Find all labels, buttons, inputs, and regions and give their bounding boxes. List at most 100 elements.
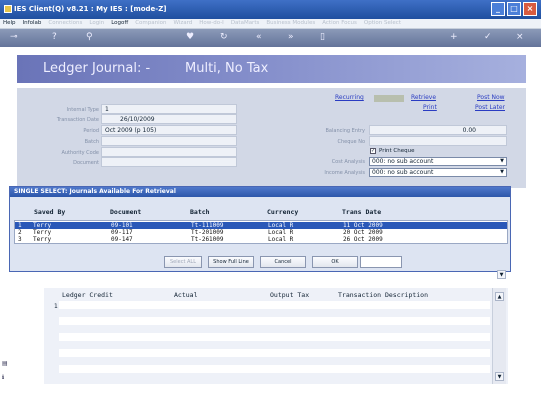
journal-lines-grid: Ledger Credit Actual Output Tax Transact… <box>44 288 508 384</box>
dialog-title: SINGLE SELECT: Journals Available For Re… <box>10 187 510 197</box>
transaction-date-label: Transaction Date <box>56 117 99 123</box>
row-number: 3 <box>18 236 22 243</box>
menu-connections: Connections <box>48 20 83 26</box>
saved-by-cell: Terry <box>33 229 52 236</box>
column-header[interactable]: Saved By <box>34 208 65 216</box>
maximize-icon[interactable]: □ <box>507 2 521 16</box>
journal-list: 1 Terry 09-101 Tt-111009 Local R 11 Oct … <box>14 220 508 244</box>
income-analysis-value: 000: no sub account <box>372 169 434 176</box>
batch-cell: Tt-111009 <box>191 222 224 229</box>
menu-option-select: Option Select <box>363 20 401 26</box>
saved-by-cell: Terry <box>33 236 52 243</box>
balancing-entry-field[interactable]: 0.00 <box>369 125 507 135</box>
cost-analysis-select[interactable]: 000: no sub account ▼ <box>369 157 507 166</box>
menu-login: Login <box>89 20 105 26</box>
column-header[interactable]: Trans Date <box>342 208 381 216</box>
select-all-button: Select ALL <box>164 256 202 268</box>
currency-cell: Local R <box>268 236 294 243</box>
window-title: IES Client(Q) v8.21 : My IES : [mode-Z] <box>14 5 167 13</box>
print-link[interactable]: Print <box>423 104 437 111</box>
recurring-link[interactable]: Recurring <box>335 94 364 101</box>
grid-row[interactable] <box>59 333 490 341</box>
table-row[interactable]: 3 Terry 09-147 Tt-261009 Local R 26 Oct … <box>15 236 507 243</box>
app-icon <box>4 5 12 13</box>
authority-code-label: Authority Code <box>61 150 99 156</box>
table-row[interactable]: 2 Terry 09-117 Tt-201009 Local R 20 Oct … <box>15 229 507 236</box>
key-icon[interactable]: ⊸ <box>10 32 18 43</box>
toolbar: ⊸ ? ⚲ ♥ ↻ « » ▯ + ✓ × <box>0 29 541 47</box>
window-title-bar: IES Client(Q) v8.21 : My IES : [mode-Z] … <box>0 0 541 19</box>
trans-date-cell: 26 Oct 2009 <box>343 236 383 243</box>
batch-cell: Tt-201009 <box>191 229 224 236</box>
post-later-link[interactable]: Post Later <box>475 104 505 111</box>
dialog-search-input[interactable] <box>360 256 402 268</box>
check-icon[interactable]: ✓ <box>484 32 492 43</box>
page-header: Ledger Journal: - Multi, No Tax <box>17 55 526 83</box>
refresh-icon[interactable]: ↻ <box>220 32 228 43</box>
search-icon[interactable]: ⚲ <box>86 32 93 43</box>
post-now-link[interactable]: Post Now <box>477 94 505 101</box>
page-title: Ledger Journal: - <box>43 61 151 76</box>
batch-field[interactable] <box>101 136 237 146</box>
cheque-no-field[interactable] <box>369 136 507 146</box>
transaction-date-field[interactable]: 26/10/2009 <box>101 114 237 124</box>
menu-action-focus: Action Focus <box>322 20 357 26</box>
add-icon[interactable]: + <box>450 32 458 43</box>
grid-row[interactable] <box>59 365 490 373</box>
document-label: Document <box>73 160 99 166</box>
menu-how-do-i: How-do-I <box>199 20 224 26</box>
column-header: Ledger Credit <box>62 291 113 299</box>
back-icon[interactable]: « <box>256 32 262 43</box>
close-window-icon[interactable]: × <box>523 2 537 16</box>
help-icon[interactable]: ? <box>52 32 57 43</box>
batch-cell: Tt-261009 <box>191 236 224 243</box>
column-header[interactable]: Currency <box>267 208 298 216</box>
grid-row[interactable] <box>59 301 490 309</box>
column-header: Output Tax <box>270 291 310 299</box>
period-field[interactable]: Oct 2009 (p 105) <box>101 125 237 135</box>
menu-logoff[interactable]: Logoff <box>111 19 128 28</box>
table-row[interactable]: 1 Terry 09-101 Tt-111009 Local R 11 Oct … <box>15 222 507 229</box>
journal-form: Internal Type 1 Transaction Date 26/10/2… <box>17 88 526 188</box>
saved-by-cell: Terry <box>33 222 52 229</box>
menu-infolab[interactable]: Infolab <box>23 19 42 28</box>
cost-analysis-value: 000: no sub account <box>372 158 434 165</box>
show-full-line-button[interactable]: Show Full Line <box>208 256 254 268</box>
clipboard-icon[interactable]: ▯ <box>320 32 325 43</box>
cancel-button[interactable]: Cancel <box>260 256 306 268</box>
chevron-down-icon[interactable]: ▼ <box>495 372 504 381</box>
minimize-icon[interactable]: _ <box>491 2 505 16</box>
print-cheque-checkbox[interactable]: ✓ <box>370 148 376 154</box>
heart-icon[interactable]: ♥ <box>186 32 194 43</box>
ok-button[interactable]: OK <box>312 256 358 268</box>
menu-datamarts: DataMarts <box>230 20 260 26</box>
page-mode: Multi, No Tax <box>185 61 269 76</box>
forward-icon[interactable]: » <box>288 32 294 43</box>
document-cell: 09-101 <box>111 222 133 229</box>
internal-type-field[interactable]: 1 <box>101 104 237 114</box>
menu-companion: Companion <box>135 20 167 26</box>
batch-label: Batch <box>84 139 99 145</box>
authority-code-field[interactable] <box>101 147 237 157</box>
chevron-down-icon[interactable]: ▼ <box>498 169 506 176</box>
vertical-scrollbar[interactable]: ▲ ▼ <box>492 288 506 384</box>
grid-header: Ledger Credit Actual Output Tax Transact… <box>44 291 508 301</box>
info-icon[interactable]: ℹ <box>2 374 12 384</box>
chevron-down-icon[interactable]: ▼ <box>497 270 506 279</box>
retrieve-link[interactable]: Retrieve <box>411 94 436 101</box>
currency-cell: Local R <box>268 222 294 229</box>
row-number: 1 <box>18 222 22 229</box>
menu-help[interactable]: Help <box>3 19 16 28</box>
grid-row[interactable] <box>59 349 490 357</box>
document-field[interactable] <box>101 157 237 167</box>
chevron-down-icon[interactable]: ▼ <box>498 158 506 165</box>
column-header[interactable]: Batch <box>190 208 210 216</box>
column-header[interactable]: Document <box>110 208 141 216</box>
menu-wizard: Wizard <box>173 20 193 26</box>
chevron-up-icon[interactable]: ▲ <box>495 292 504 301</box>
notes-icon[interactable]: ▤ <box>2 360 12 370</box>
grid-row[interactable] <box>59 317 490 325</box>
menu-bar: Help Infolab Connections Login Logoff Co… <box>0 19 541 29</box>
close-icon[interactable]: × <box>516 32 524 43</box>
income-analysis-select[interactable]: 000: no sub account ▼ <box>369 168 507 177</box>
